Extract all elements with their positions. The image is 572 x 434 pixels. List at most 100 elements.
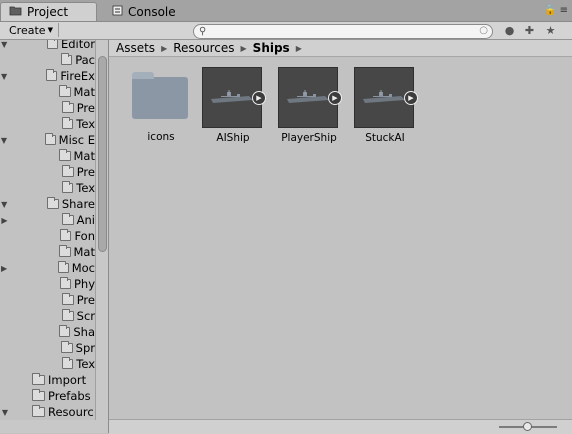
tree-item-label: Import [48,373,87,387]
search-by-label-button[interactable]: ✚ [521,23,538,38]
tab-label: Console [128,4,176,19]
folder-tree[interactable]: ▼ Editor Pac ▼ FireEx Mat Pre Tex ▼ Misc E Mat Pre T… [0,40,108,433]
tree-item[interactable]: Fon [0,228,95,244]
ship-preview-icon: ▶ [278,67,342,128]
chevron-right-icon[interactable]: ▶ [0,216,9,225]
menu-icon[interactable]: ≡ [560,5,568,16]
search-by-type-button[interactable]: ● [501,23,518,38]
folder-icon [61,101,74,113]
tree-item[interactable]: Tex [0,116,95,132]
favorite-star-icon: ★ [545,24,556,37]
dropdown-arrow-icon: ▼ [47,26,53,34]
asset-aiship[interactable]: ▶ AIShip [198,67,268,144]
play-icon[interactable]: ▶ [252,91,266,105]
folder-icon [32,405,45,417]
tree-item-label: Scr [76,309,95,323]
tree-item[interactable]: Scr [0,308,95,324]
tree-vertical-scrollbar[interactable] [95,40,109,420]
tree-item[interactable]: Tex [0,180,95,196]
zoom-slider-handle[interactable] [523,422,532,431]
tree-item-label: Phy [73,277,95,291]
tree-item[interactable]: ▼ Misc E [0,132,95,148]
chevron-right-icon: ▶ [295,43,302,53]
chevron-right-icon: ▶ [240,43,247,53]
scrollbar-thumb[interactable] [98,56,107,252]
tree-item[interactable]: ▶ Ani [0,212,95,228]
tree-item[interactable]: Pre [0,100,95,116]
breadcrumb-resources[interactable]: Resources [173,41,234,55]
tree-item-label: Tex [76,181,95,195]
tree-item[interactable]: Mat [0,244,95,260]
tree-item-label: Mat [73,149,95,163]
tree-item[interactable]: ▼ Editor [0,40,95,52]
folder-icon [59,277,71,289]
tree-item[interactable]: Mat [0,148,95,164]
play-icon[interactable]: ▶ [404,91,418,105]
chevron-down-icon[interactable]: ▼ [0,408,10,417]
tree-item[interactable]: ▶ Moc [0,260,95,276]
tree-item[interactable]: Spr [0,340,95,356]
tree-item[interactable]: Prefabs [0,388,95,404]
chevron-right-icon: ▶ [161,43,168,53]
tree-item-label: Editor [60,40,95,51]
search-input[interactable]: ⚲ ○ [193,24,493,39]
folder-icon [32,389,45,401]
asset-label: StuckAI [365,132,405,144]
breadcrumb-ships[interactable]: Ships [253,41,290,55]
folder-icon [61,293,74,305]
tree-item-label: Tex [76,357,95,371]
folder-icon [44,133,56,145]
chevron-down-icon[interactable]: ▼ [0,40,8,49]
clear-search-icon[interactable]: ○ [479,25,488,36]
tree-item[interactable]: Pre [0,292,95,308]
asset-label: AIShip [216,132,250,144]
lock-icon[interactable]: 🔒 [544,5,556,16]
folder-icon [59,149,71,161]
ship-preview-icon: ▶ [202,67,266,128]
tree-item-label: Moc [71,261,95,275]
chevron-down-icon[interactable]: ▼ [0,136,8,145]
tree-item[interactable]: ▼ FireEx [0,68,95,84]
folder-icon [60,229,72,241]
folder-icon [46,69,58,81]
folder-icon [61,309,74,321]
tree-item[interactable]: Pre [0,164,95,180]
breadcrumb: Assets ▶ Resources ▶ Ships ▶ [109,40,572,57]
chevron-down-icon[interactable]: ▼ [0,200,8,209]
tree-horizontal-scrollbar[interactable] [0,420,108,433]
label-icon: ✚ [524,24,535,37]
tree-item[interactable]: Sha [0,324,95,340]
tree-item-label: Ani [76,213,95,227]
favorites-button[interactable]: ★ [542,23,559,38]
folder-icon [32,373,45,385]
tree-item[interactable]: Phy [0,276,95,292]
tab-bar: Project Console 🔒 ≡ [0,0,572,22]
breadcrumb-assets[interactable]: Assets [116,41,155,55]
create-button[interactable]: Create ▼ [4,23,59,37]
asset-grid: icons ▶ AIShip ▶ PlayerShip ▶ StuckAI [109,57,572,419]
folder-icon [57,261,69,273]
console-icon [112,5,123,19]
tab-console[interactable]: Console [104,2,194,21]
tab-label: Project [27,5,69,19]
tab-project[interactable]: Project [0,2,97,21]
tree-item-label: Pre [76,293,95,307]
tree-item[interactable]: ▼ Resourc [0,404,95,420]
tree-item[interactable]: Import [0,372,95,388]
tree-item-label: Prefabs [48,389,91,403]
tree-item[interactable]: Mat [0,84,95,100]
tree-item[interactable]: Tex [0,356,95,372]
tree-item-label: Pre [76,101,95,115]
tree-item[interactable]: Pac [0,52,95,68]
asset-stuckai[interactable]: ▶ StuckAI [350,67,420,144]
chevron-down-icon[interactable]: ▼ [0,72,8,81]
tree-item-label: Share [61,197,95,211]
play-icon[interactable]: ▶ [328,91,342,105]
chevron-right-icon[interactable]: ▶ [0,264,8,273]
tree-item[interactable]: ▼ Share [0,196,95,212]
tree-item-label: FireEx [60,69,95,83]
tree-item-label: Sha [73,325,95,339]
asset-playership[interactable]: ▶ PlayerShip [274,67,344,144]
folder-icon [46,40,58,49]
asset-icons-folder[interactable]: icons [126,67,196,143]
